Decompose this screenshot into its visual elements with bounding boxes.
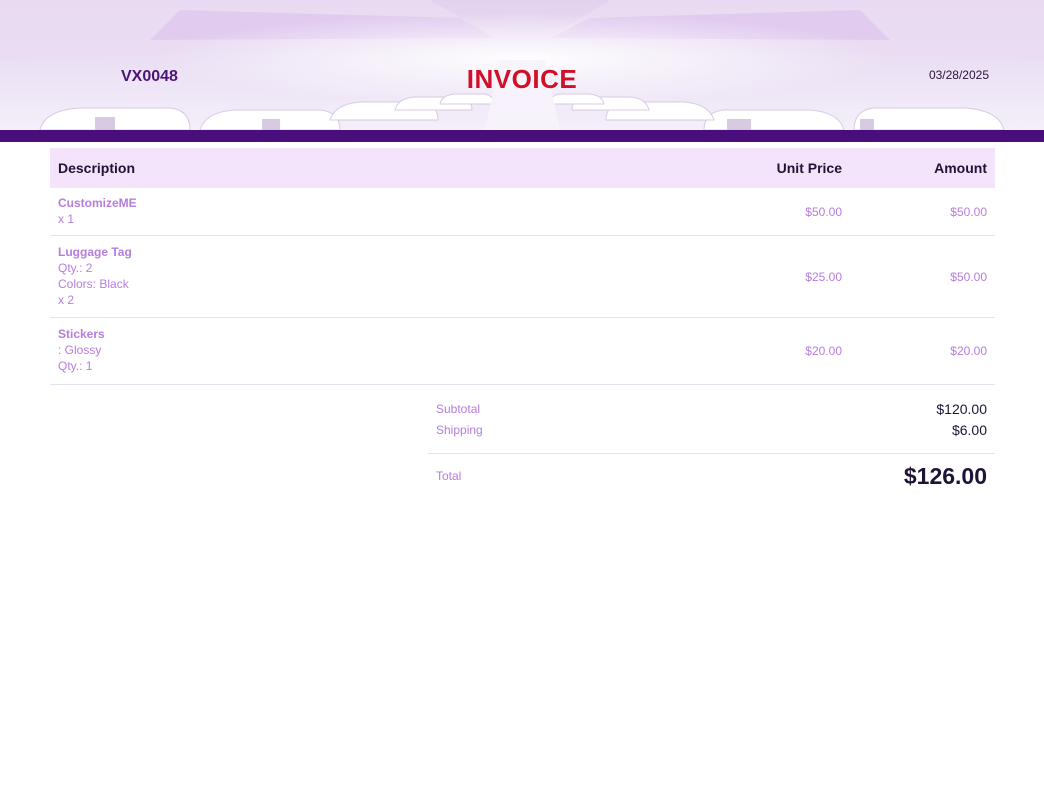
total-label: Total <box>436 469 462 483</box>
item-detail: Colors: Black <box>58 276 129 291</box>
item-name: Luggage Tag <box>58 244 132 259</box>
table-header-row: Description Unit Price Amount <box>50 148 995 188</box>
header-accent-bar <box>0 130 1044 142</box>
item-description: Stickers : Glossy Qty.: 1 <box>50 318 705 384</box>
item-detail: x 2 <box>58 292 75 307</box>
item-amount: $50.00 <box>950 269 987 284</box>
item-amount: $20.00 <box>950 344 987 358</box>
subtotal-value: $120.00 <box>936 401 987 417</box>
column-header-description: Description <box>58 160 136 176</box>
item-detail: x 1 <box>58 211 75 226</box>
item-unit-price: $20.00 <box>805 344 842 358</box>
item-unit-price: $50.00 <box>805 204 842 219</box>
line-items-table: Description Unit Price Amount CustomizeM… <box>50 148 995 385</box>
item-amount: $50.00 <box>950 204 987 219</box>
invoice-date: 03/28/2025 <box>928 68 989 82</box>
item-detail: Qty.: 2 <box>58 260 93 275</box>
shipping-value: $6.00 <box>951 422 987 438</box>
total-value: $126.00 <box>903 462 987 489</box>
table-row: Stickers : Glossy Qty.: 1 $20.00 $20.00 <box>50 318 995 385</box>
item-detail: : Glossy <box>58 343 102 357</box>
item-detail: Qty.: 1 <box>58 359 93 373</box>
subtotal-label: Subtotal <box>436 402 481 416</box>
item-description: Luggage Tag Qty.: 2 Colors: Black x 2 <box>50 236 705 318</box>
invoice-header: VX0048 INVOICE 03/28/2025 <box>0 0 1044 130</box>
shipping-label: Shipping <box>436 423 483 437</box>
item-description: CustomizeME x 1 <box>50 187 705 237</box>
column-header-amount: Amount <box>934 160 987 176</box>
total-row: Total $126.00 <box>428 454 995 498</box>
item-unit-price: $25.00 <box>805 269 842 284</box>
subtotal-row: Subtotal $120.00 <box>428 399 995 419</box>
invoice-title: INVOICE <box>466 64 578 94</box>
totals-section: Subtotal $120.00 Shipping $6.00 Total $1… <box>428 399 995 498</box>
table-row: CustomizeME x 1 $50.00 $50.00 <box>50 188 995 236</box>
column-header-unit-price: Unit Price <box>776 160 842 176</box>
invoice-page: VX0048 INVOICE 03/28/2025 Description Un… <box>0 0 1044 804</box>
item-name: CustomizeME <box>58 195 137 210</box>
item-name: Stickers <box>58 327 105 341</box>
table-row: Luggage Tag Qty.: 2 Colors: Black x 2 $2… <box>50 236 995 318</box>
shipping-row: Shipping $6.00 <box>428 419 995 441</box>
